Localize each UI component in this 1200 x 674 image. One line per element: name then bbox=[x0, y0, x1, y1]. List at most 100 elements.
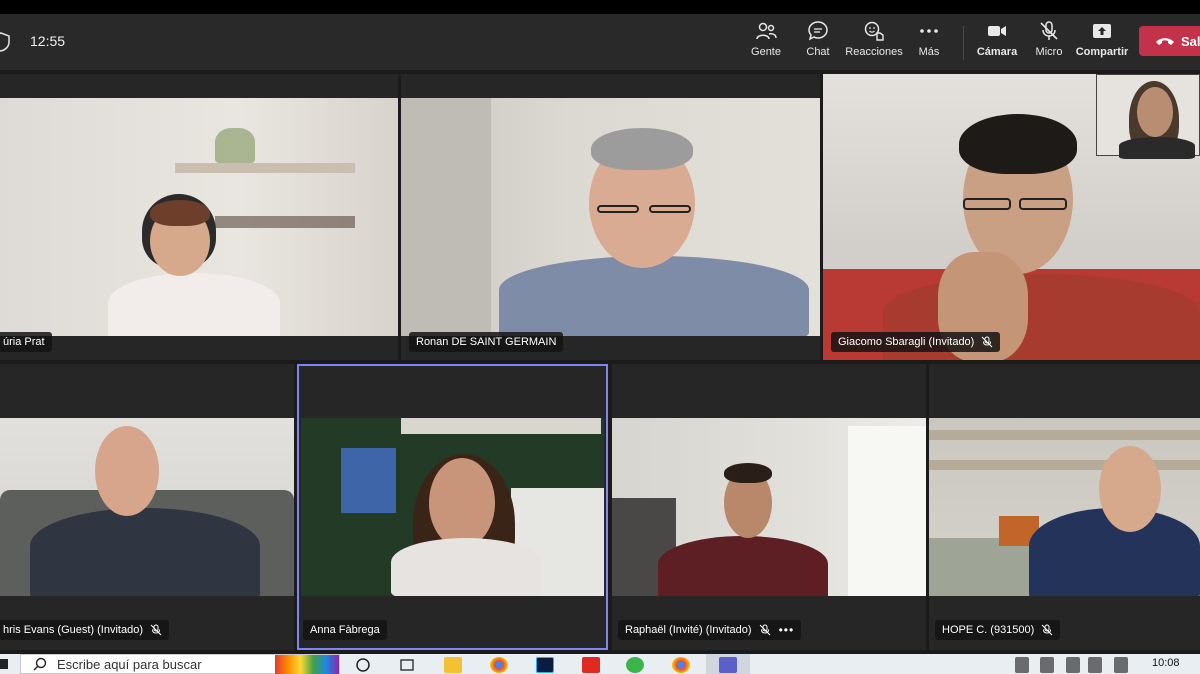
chrome-icon[interactable] bbox=[672, 657, 690, 673]
mic-off-icon bbox=[981, 336, 993, 348]
reactions-icon bbox=[864, 21, 884, 41]
battery-icon[interactable] bbox=[1040, 657, 1054, 673]
top-strip bbox=[0, 0, 1200, 14]
participant-name: Ronan DE SAINT GERMAIN bbox=[416, 336, 557, 348]
teams-taskbar-button[interactable] bbox=[706, 654, 750, 674]
start-icon[interactable] bbox=[0, 659, 8, 669]
pen-icon[interactable] bbox=[1114, 657, 1128, 673]
person-head bbox=[429, 458, 495, 548]
glasses bbox=[963, 198, 1011, 210]
person-head bbox=[95, 426, 159, 516]
more-icon bbox=[920, 29, 938, 33]
participant-tile[interactable]: Giacomo Sbaragli (Invitado) bbox=[823, 74, 1200, 360]
taskbar-search-input[interactable]: Escribe aquí para buscar bbox=[20, 654, 340, 674]
whiteboard bbox=[848, 426, 926, 596]
search-highlight-image bbox=[275, 655, 339, 674]
shelf bbox=[175, 163, 355, 173]
participant-name-tag: Anna Fàbrega bbox=[303, 620, 387, 640]
chrome-icon[interactable] bbox=[490, 657, 508, 673]
more-button[interactable]: Más bbox=[916, 20, 942, 66]
shelf bbox=[929, 430, 1200, 440]
participant-name: Anna Fàbrega bbox=[310, 624, 380, 636]
tray-icon[interactable] bbox=[1015, 657, 1029, 673]
leave-label: Sal bbox=[1181, 33, 1200, 49]
person-hair bbox=[959, 114, 1077, 174]
participant-name: Raphaël (Invité) (Invitado) bbox=[625, 624, 752, 636]
shelf bbox=[215, 216, 355, 228]
mic-off-icon bbox=[1041, 624, 1053, 636]
chat-button[interactable]: Chat bbox=[804, 20, 832, 66]
leave-button[interactable]: Sal bbox=[1139, 26, 1200, 56]
chat-icon bbox=[808, 21, 828, 41]
participant-name-tag: HOPE C. (931500) bbox=[935, 620, 1061, 640]
system-clock: 10:08 bbox=[1152, 657, 1180, 669]
people-icon bbox=[756, 22, 777, 40]
search-icon bbox=[33, 657, 47, 671]
participant-tile[interactable]: hris Evans (Guest) (Invitado) bbox=[0, 364, 294, 650]
person-body bbox=[391, 538, 541, 596]
person-head bbox=[1099, 446, 1161, 532]
participant-tile[interactable]: Ronan DE SAINT GERMAIN bbox=[401, 74, 820, 360]
share-label: Compartir bbox=[1075, 46, 1129, 58]
participant-video bbox=[612, 418, 926, 596]
search-placeholder: Escribe aquí para buscar bbox=[57, 656, 202, 672]
chat-label: Chat bbox=[806, 46, 830, 58]
person-body bbox=[499, 256, 809, 336]
reactions-button[interactable]: Reacciones bbox=[845, 20, 903, 66]
person-body bbox=[1119, 137, 1195, 159]
camera-label: Cámara bbox=[976, 46, 1018, 58]
reactions-label: Reacciones bbox=[845, 46, 903, 58]
person-body bbox=[30, 508, 260, 596]
camera-button[interactable]: Cámara bbox=[976, 20, 1018, 66]
cortana-icon[interactable] bbox=[354, 657, 372, 673]
teams-icon bbox=[719, 657, 737, 673]
people-label: Gente bbox=[751, 46, 781, 58]
mic-off-icon bbox=[1040, 21, 1058, 40]
participant-name: Giacomo Sbaragli (Invitado) bbox=[838, 336, 975, 348]
acrobat-icon[interactable] bbox=[582, 657, 600, 673]
person-body bbox=[658, 536, 828, 596]
shelf bbox=[929, 460, 1200, 470]
person-hair bbox=[591, 128, 693, 170]
more-options-icon[interactable]: ••• bbox=[779, 623, 795, 637]
participant-video bbox=[401, 98, 820, 336]
participant-name-tag: úria Prat bbox=[0, 332, 52, 352]
people-button[interactable]: Gente bbox=[750, 20, 782, 66]
wifi-icon[interactable] bbox=[1066, 657, 1080, 673]
participant-video bbox=[929, 418, 1200, 596]
wall bbox=[401, 98, 491, 336]
glasses bbox=[649, 205, 691, 213]
person-hair bbox=[724, 463, 772, 483]
mic-off-icon bbox=[150, 624, 162, 636]
participant-name: hris Evans (Guest) (Invitado) bbox=[3, 624, 143, 636]
windows-taskbar: Escribe aquí para buscar 10:08 bbox=[0, 654, 1200, 674]
participant-tile-active-speaker[interactable]: Anna Fàbrega bbox=[297, 364, 608, 650]
meeting-duration: 12:55 bbox=[30, 33, 66, 49]
self-view[interactable] bbox=[1096, 74, 1200, 159]
shield-icon bbox=[0, 32, 10, 52]
mic-off-icon bbox=[759, 624, 770, 636]
app-icon[interactable] bbox=[626, 657, 644, 673]
participant-tile[interactable]: úria Prat bbox=[0, 74, 398, 360]
participant-tile[interactable]: HOPE C. (931500) bbox=[929, 364, 1200, 650]
share-icon bbox=[1093, 24, 1111, 38]
person-body bbox=[108, 273, 280, 336]
volume-icon[interactable] bbox=[1088, 657, 1102, 673]
mic-button[interactable]: Micro bbox=[1034, 20, 1064, 66]
camera-icon bbox=[988, 26, 1006, 36]
photoshop-icon[interactable] bbox=[536, 657, 554, 673]
person-head bbox=[1137, 87, 1173, 137]
video-grid: úria Prat Ronan DE SAINT GERMAIN Giacomo… bbox=[0, 70, 1200, 654]
participant-tile[interactable]: Raphaël (Invité) (Invitado) ••• bbox=[612, 364, 926, 650]
participant-name-tag: Giacomo Sbaragli (Invitado) bbox=[831, 332, 1001, 352]
file-explorer-icon[interactable] bbox=[444, 657, 462, 673]
ceiling bbox=[401, 418, 601, 434]
participant-video bbox=[0, 98, 398, 336]
share-button[interactable]: Compartir bbox=[1075, 20, 1129, 66]
participant-name: úria Prat bbox=[3, 336, 45, 348]
more-label: Más bbox=[918, 46, 940, 58]
teams-meeting-window: 12:55 Gente Chat Reacciones Más Cámara M… bbox=[0, 0, 1200, 674]
glasses bbox=[597, 205, 639, 213]
plant bbox=[215, 128, 255, 163]
task-view-icon[interactable] bbox=[398, 657, 416, 673]
